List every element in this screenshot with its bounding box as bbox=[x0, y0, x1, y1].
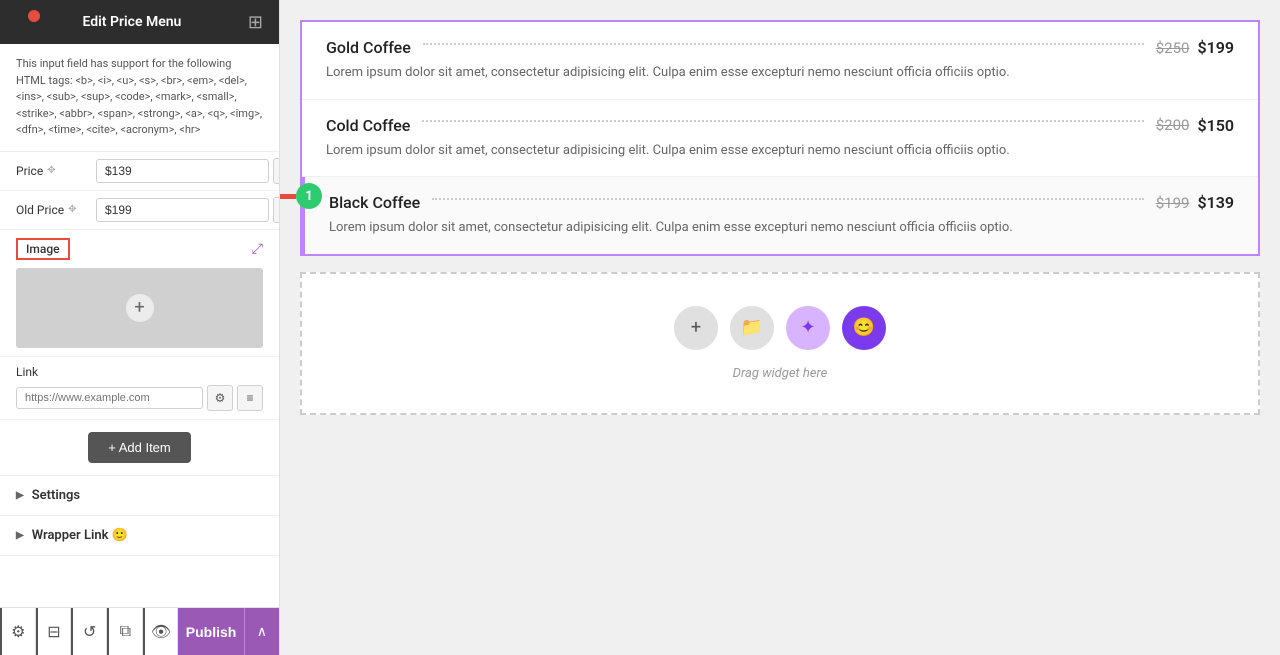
price-field-row: Price ✥ ≡ bbox=[0, 152, 279, 191]
panel-header: Edit Price Menu ⊞ bbox=[0, 0, 279, 44]
new-price: $199 bbox=[1197, 38, 1234, 57]
panel-footer: ⚙ ⊟ ↺ ⧉ 👁 Publish ∧ bbox=[0, 607, 279, 655]
menu-item-cold-coffee: Cold Coffee $200 $150 Lorem ipsum dolor … bbox=[302, 100, 1258, 178]
image-upload-area[interactable]: + bbox=[16, 268, 263, 348]
arrow-body bbox=[280, 194, 296, 199]
image-label: Image bbox=[16, 238, 70, 260]
price-input[interactable] bbox=[96, 159, 269, 183]
panel-title: Edit Price Menu bbox=[16, 14, 248, 30]
arrow-number-badge: 1 bbox=[296, 183, 322, 209]
item-dots bbox=[422, 120, 1143, 122]
folder-icon[interactable]: 📁 bbox=[730, 306, 774, 350]
item-desc: Lorem ipsum dolor sit amet, consectetur … bbox=[329, 218, 1234, 238]
add-widget-icon[interactable]: + bbox=[674, 306, 718, 350]
settings-arrow-icon: ▶ bbox=[16, 490, 24, 501]
item-prices: $250 $199 bbox=[1156, 38, 1234, 57]
link-input-wrap: ⚙ ≡ bbox=[16, 385, 263, 411]
link-gear-btn[interactable]: ⚙ bbox=[207, 385, 233, 411]
old-price-input[interactable] bbox=[96, 198, 269, 222]
old-price: $200 bbox=[1156, 116, 1190, 134]
price-label: Price ✥ bbox=[16, 164, 96, 178]
price-input-wrap: ≡ bbox=[96, 158, 279, 184]
wrapper-link-section[interactable]: ▶ Wrapper Link 🙂 bbox=[0, 516, 279, 556]
new-price: $139 bbox=[1197, 193, 1234, 212]
menu-item-top: Cold Coffee $200 $150 bbox=[326, 116, 1234, 135]
menu-item-gold-coffee: Gold Coffee $250 $199 Lorem ipsum dolor … bbox=[302, 22, 1258, 100]
price-settings-btn[interactable]: ≡ bbox=[273, 158, 279, 184]
menu-item-black-coffee: Black Coffee $199 $139 Lorem ipsum dolor… bbox=[302, 177, 1258, 254]
new-price: $150 bbox=[1197, 116, 1234, 135]
price-drag-icon: ✥ bbox=[47, 165, 55, 176]
item-dots bbox=[432, 198, 1143, 200]
settings-header[interactable]: ▶ Settings bbox=[16, 488, 263, 503]
menu-item-top: Gold Coffee $250 $199 bbox=[326, 38, 1234, 57]
canvas-area: 1 Gold Coffee $250 $199 Lorem ipsum dolo… bbox=[280, 0, 1280, 655]
item-prices: $200 $150 bbox=[1156, 116, 1234, 135]
settings-label: Settings bbox=[32, 488, 80, 503]
link-input[interactable] bbox=[16, 387, 203, 409]
link-settings-btn[interactable]: ≡ bbox=[237, 385, 263, 411]
item-desc: Lorem ipsum dolor sit amet, consectetur … bbox=[326, 141, 1234, 161]
wrapper-link-header[interactable]: ▶ Wrapper Link 🙂 bbox=[16, 528, 263, 543]
eye-btn[interactable]: 👁 bbox=[143, 608, 179, 655]
image-resize-icon[interactable]: ⤢ bbox=[252, 241, 263, 257]
wrapper-link-arrow-icon: ▶ bbox=[16, 530, 24, 541]
old-price-input-wrap: ≡ bbox=[96, 197, 279, 223]
drop-zone-text: Drag widget here bbox=[733, 366, 828, 381]
link-section: Link ⚙ ≡ bbox=[0, 357, 279, 420]
item-desc: Lorem ipsum dolor sit amet, consectetur … bbox=[326, 63, 1234, 83]
publish-chevron-btn[interactable]: ∧ bbox=[244, 608, 279, 655]
right-panel: 1 Gold Coffee $250 $199 Lorem ipsum dolo… bbox=[280, 0, 1280, 655]
item-name: Black Coffee bbox=[329, 193, 420, 212]
old-price-label: Old Price ✥ bbox=[16, 203, 96, 217]
menu-container: 1 Gold Coffee $250 $199 Lorem ipsum dolo… bbox=[300, 20, 1260, 256]
settings-gear-btn[interactable]: ⚙ bbox=[0, 608, 36, 655]
traffic-light-dot bbox=[28, 10, 40, 22]
old-price-drag-icon: ✥ bbox=[68, 204, 76, 215]
wrapper-link-label: Wrapper Link 🙂 bbox=[32, 528, 128, 543]
grid-icon[interactable]: ⊞ bbox=[248, 12, 263, 33]
link-label: Link bbox=[16, 365, 263, 379]
arrow-indicator: 1 bbox=[280, 183, 322, 209]
item-name: Cold Coffee bbox=[326, 116, 410, 135]
old-price-field-row: Old Price ✥ ≡ bbox=[0, 191, 279, 230]
left-panel: Edit Price Menu ⊞ This input field has s… bbox=[0, 0, 280, 655]
item-dots bbox=[423, 43, 1144, 45]
item-prices: $199 $139 bbox=[1156, 193, 1234, 212]
item-name: Gold Coffee bbox=[326, 38, 411, 57]
star-icon[interactable]: ✦ bbox=[786, 306, 830, 350]
arrow-wrap: 1 bbox=[280, 183, 322, 209]
settings-section[interactable]: ▶ Settings bbox=[0, 476, 279, 516]
add-item-button[interactable]: + Add Item bbox=[88, 432, 191, 463]
drop-zone-icons: + 📁 ✦ 😊 bbox=[674, 306, 886, 350]
face-icon[interactable]: 😊 bbox=[842, 306, 886, 350]
old-price-settings-btn[interactable]: ≡ bbox=[273, 197, 279, 223]
old-price: $250 bbox=[1156, 39, 1190, 57]
menu-item-top: Black Coffee $199 $139 bbox=[329, 193, 1234, 212]
image-label-row: Image ⤢ bbox=[16, 238, 263, 260]
layers-btn[interactable]: ⊟ bbox=[36, 608, 72, 655]
history-btn[interactable]: ↺ bbox=[71, 608, 107, 655]
publish-button[interactable]: Publish bbox=[178, 608, 243, 655]
add-item-wrap: + Add Item bbox=[0, 420, 279, 476]
panel-content: This input field has support for the fol… bbox=[0, 44, 279, 607]
copy-btn[interactable]: ⧉ bbox=[107, 608, 143, 655]
image-upload-plus-icon: + bbox=[126, 294, 154, 322]
image-section: Image ⤢ + bbox=[0, 230, 279, 357]
html-tags-info: This input field has support for the fol… bbox=[0, 44, 279, 152]
old-price: $199 bbox=[1156, 194, 1190, 212]
drop-zone: + 📁 ✦ 😊 Drag widget here bbox=[300, 272, 1260, 415]
